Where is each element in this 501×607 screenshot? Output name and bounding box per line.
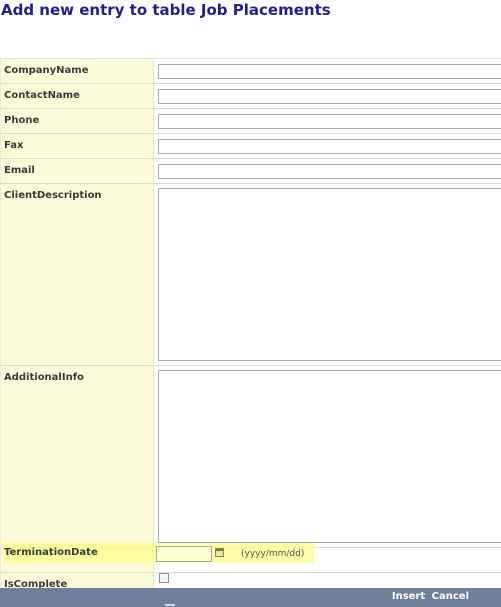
client-description-textarea[interactable] — [158, 188, 501, 361]
company-name-input[interactable] — [158, 64, 501, 79]
email-input[interactable] — [158, 164, 501, 179]
form-footer: Insert Cancel — [0, 588, 501, 607]
field-label: Phone — [0, 109, 154, 133]
termination-date-input[interactable] — [156, 546, 212, 562]
page-title: Add new entry to table Job Placements — [1, 1, 331, 19]
field-label: ContactName — [0, 84, 154, 108]
form-row-contact-name: ContactName — [0, 84, 501, 109]
insert-link[interactable]: Insert — [392, 591, 425, 602]
field-label: Fax — [0, 134, 154, 158]
footer-divider — [165, 604, 175, 606]
form-row-email: Email — [0, 159, 501, 184]
date-format-hint: (yyyy/mm/dd) — [241, 549, 305, 559]
form-row-additional-info: AdditionalInfo — [0, 366, 501, 548]
is-complete-checkbox[interactable] — [159, 573, 169, 583]
form-row-phone: Phone — [0, 109, 501, 134]
field-label: CompanyName — [0, 59, 154, 83]
entry-form: CompanyName ContactName Phone Fax Email … — [0, 58, 501, 598]
footer-actions: Insert Cancel — [389, 591, 469, 602]
form-row-fax: Fax — [0, 134, 501, 159]
field-label-termination-date: TerminationDate — [4, 547, 98, 558]
contact-name-input[interactable] — [158, 89, 501, 104]
form-row-company-name: CompanyName — [0, 59, 501, 84]
additional-info-textarea[interactable] — [158, 370, 501, 543]
cancel-link[interactable]: Cancel — [432, 591, 469, 602]
form-row-client-description: ClientDescription — [0, 184, 501, 366]
field-label: Email — [0, 159, 154, 183]
field-label: ClientDescription — [0, 184, 154, 365]
calendar-icon[interactable] — [215, 548, 224, 557]
fax-input[interactable] — [158, 139, 501, 154]
phone-input[interactable] — [158, 114, 501, 129]
field-label: AdditionalInfo — [0, 366, 154, 547]
